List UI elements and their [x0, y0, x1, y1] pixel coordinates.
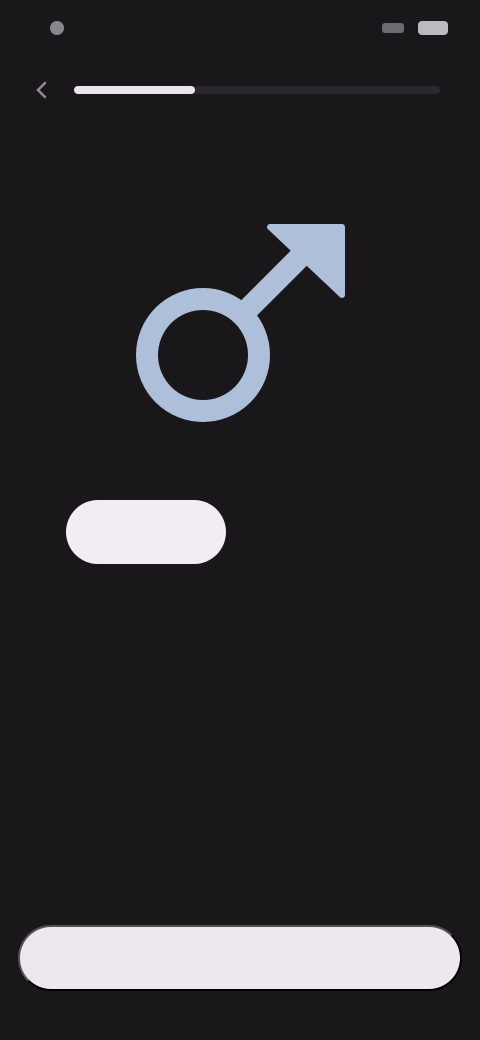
onboarding-screen: [0, 0, 480, 1040]
option-button-0[interactable]: [66, 500, 226, 564]
status-bar: [0, 0, 480, 56]
signal-icon: [382, 23, 404, 33]
back-arrow-icon: [36, 81, 47, 99]
back-button[interactable]: [24, 72, 60, 108]
progress-bar: [74, 86, 440, 94]
progress-fill: [74, 86, 195, 94]
gender-symbol: [120, 205, 360, 445]
status-right: [382, 21, 448, 35]
notification-dot-icon: [50, 21, 64, 35]
header: [24, 70, 440, 110]
continue-button[interactable]: [18, 925, 462, 991]
male-symbol-icon: [136, 224, 345, 422]
option-button-1[interactable]: [250, 500, 410, 564]
gender-options: [66, 500, 410, 564]
battery-icon: [418, 21, 448, 35]
status-left: [40, 21, 64, 35]
